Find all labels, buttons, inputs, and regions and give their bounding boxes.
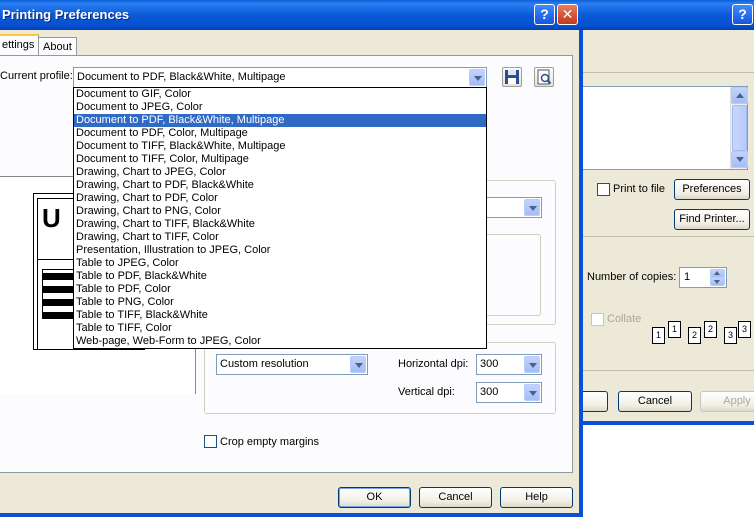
profile-option[interactable]: Drawing, Chart to TIFF, Color	[74, 231, 486, 244]
chevron-down-icon[interactable]	[350, 356, 366, 373]
save-icon	[505, 70, 519, 84]
ok-button[interactable]: OK	[338, 487, 411, 508]
preferences-button[interactable]: Preferences	[674, 179, 750, 200]
cancel-button[interactable]: Cancel	[419, 487, 492, 508]
vertical-dpi-label: Vertical dpi:	[398, 386, 455, 398]
collate-page-icon: 1	[652, 327, 665, 344]
current-profile-label: Current profile:	[0, 70, 73, 82]
profile-option[interactable]: Table to PDF, Black&White	[74, 270, 486, 283]
profile-option[interactable]: Table to PNG, Color	[74, 296, 486, 309]
print-dialog-body: Print to file Preferences Find Printer..…	[572, 30, 754, 421]
window-title: Printing Preferences	[2, 7, 130, 22]
preview-table-graphic	[42, 269, 76, 319]
profile-option[interactable]: Document to PDF, Black&White, Multipage	[74, 114, 486, 127]
profile-option[interactable]: Document to JPEG, Color	[74, 101, 486, 114]
print-dialog-window: ? Print to file Preferences Find Printer…	[572, 0, 754, 425]
profile-option[interactable]: Document to TIFF, Color, Multipage	[74, 153, 486, 166]
profile-combo-value: Document to PDF, Black&White, Multipage	[77, 71, 286, 83]
chevron-down-icon[interactable]	[524, 356, 540, 373]
scroll-thumb[interactable]	[732, 105, 747, 151]
chevron-down-icon[interactable]	[524, 384, 540, 401]
crop-margins-label: Crop empty margins	[220, 436, 320, 448]
collate-page-icon: 2	[688, 327, 701, 344]
horizontal-dpi-label: Horizontal dpi:	[398, 358, 469, 370]
profile-option[interactable]: Presentation, Illustration to JPEG, Colo…	[74, 244, 486, 257]
vertical-dpi-combo[interactable]: 300	[476, 382, 542, 403]
collate-page-icon: 1	[668, 321, 681, 338]
help-button[interactable]: Help	[500, 487, 573, 508]
crop-margins-checkbox[interactable]	[204, 435, 217, 448]
copies-spinner[interactable]: 1	[679, 267, 727, 288]
profile-combo[interactable]: Document to PDF, Black&White, Multipage	[73, 67, 487, 88]
printer-status-box	[582, 86, 748, 170]
profile-option[interactable]: Drawing, Chart to TIFF, Black&White	[74, 218, 486, 231]
tab-settings[interactable]: ettings	[0, 34, 40, 56]
chevron-down-icon[interactable]	[469, 69, 485, 86]
resolution-combo[interactable]: Custom resolution	[216, 354, 368, 375]
help-caption-button[interactable]: ?	[534, 4, 555, 25]
output-format-combo[interactable]	[486, 197, 542, 218]
profile-option[interactable]: Table to TIFF, Color	[74, 322, 486, 335]
divider	[582, 72, 754, 73]
profile-option[interactable]: Document to PDF, Color, Multipage	[74, 127, 486, 140]
chevron-down-icon[interactable]	[524, 199, 540, 216]
profile-option[interactable]: Document to GIF, Color	[74, 88, 486, 101]
resolution-combo-value: Custom resolution	[220, 358, 309, 370]
output-subgroup	[485, 234, 541, 316]
profile-option[interactable]: Drawing, Chart to PDF, Color	[74, 192, 486, 205]
resolution-group	[204, 342, 556, 414]
profile-option[interactable]: Table to PDF, Color	[74, 283, 486, 296]
preview-letter: U	[42, 203, 61, 233]
profile-option[interactable]: Drawing, Chart to PDF, Black&White	[74, 179, 486, 192]
back-cancel-button[interactable]: Cancel	[618, 391, 692, 412]
print-to-file-label: Print to file	[613, 183, 665, 195]
spinner-down-icon[interactable]	[710, 277, 725, 286]
scroll-down-icon[interactable]	[731, 151, 748, 168]
scroll-up-icon[interactable]	[731, 87, 748, 104]
back-help-button[interactable]: ?	[732, 4, 753, 25]
print-dialog-titlebar[interactable]	[578, 0, 754, 30]
collate-page-icon: 3	[738, 321, 751, 338]
apply-button[interactable]: Apply	[700, 391, 754, 412]
collate-checkbox[interactable]	[591, 313, 604, 326]
vertical-dpi-value: 300	[480, 386, 499, 398]
close-caption-button[interactable]: ✕	[557, 4, 578, 25]
divider	[582, 236, 754, 237]
profile-option[interactable]: Drawing, Chart to PNG, Color	[74, 205, 486, 218]
copies-label: Number of copies:	[587, 271, 677, 283]
printer-status-scrollbar[interactable]	[730, 87, 748, 169]
horizontal-dpi-value: 300	[480, 358, 499, 370]
print-to-file-checkbox[interactable]	[597, 183, 610, 196]
profile-option[interactable]: Drawing, Chart to JPEG, Color	[74, 166, 486, 179]
page-magnify-icon	[537, 69, 552, 85]
profile-option[interactable]: Web-page, Web-Form to JPEG, Color	[74, 335, 486, 348]
profile-option[interactable]: Document to TIFF, Black&White, Multipage	[74, 140, 486, 153]
horizontal-dpi-combo[interactable]: 300	[476, 354, 542, 375]
collate-page-icon: 2	[704, 321, 717, 338]
edit-profile-button[interactable]	[534, 67, 554, 87]
printing-preferences-titlebar[interactable]: Printing Preferences	[0, 0, 583, 30]
save-profile-button[interactable]	[502, 67, 522, 87]
profile-option[interactable]: Table to JPEG, Color	[74, 257, 486, 270]
profile-dropdown-list[interactable]: Document to GIF, Color Document to JPEG, …	[73, 87, 487, 349]
collate-label: Collate	[607, 313, 642, 325]
profile-option[interactable]: Table to TIFF, Black&White	[74, 309, 486, 322]
find-printer-button[interactable]: Find Printer...	[674, 209, 750, 230]
tab-about[interactable]: About	[38, 37, 77, 57]
divider	[582, 370, 754, 371]
collate-page-icon: 3	[724, 327, 737, 344]
copies-value: 1	[684, 271, 691, 283]
